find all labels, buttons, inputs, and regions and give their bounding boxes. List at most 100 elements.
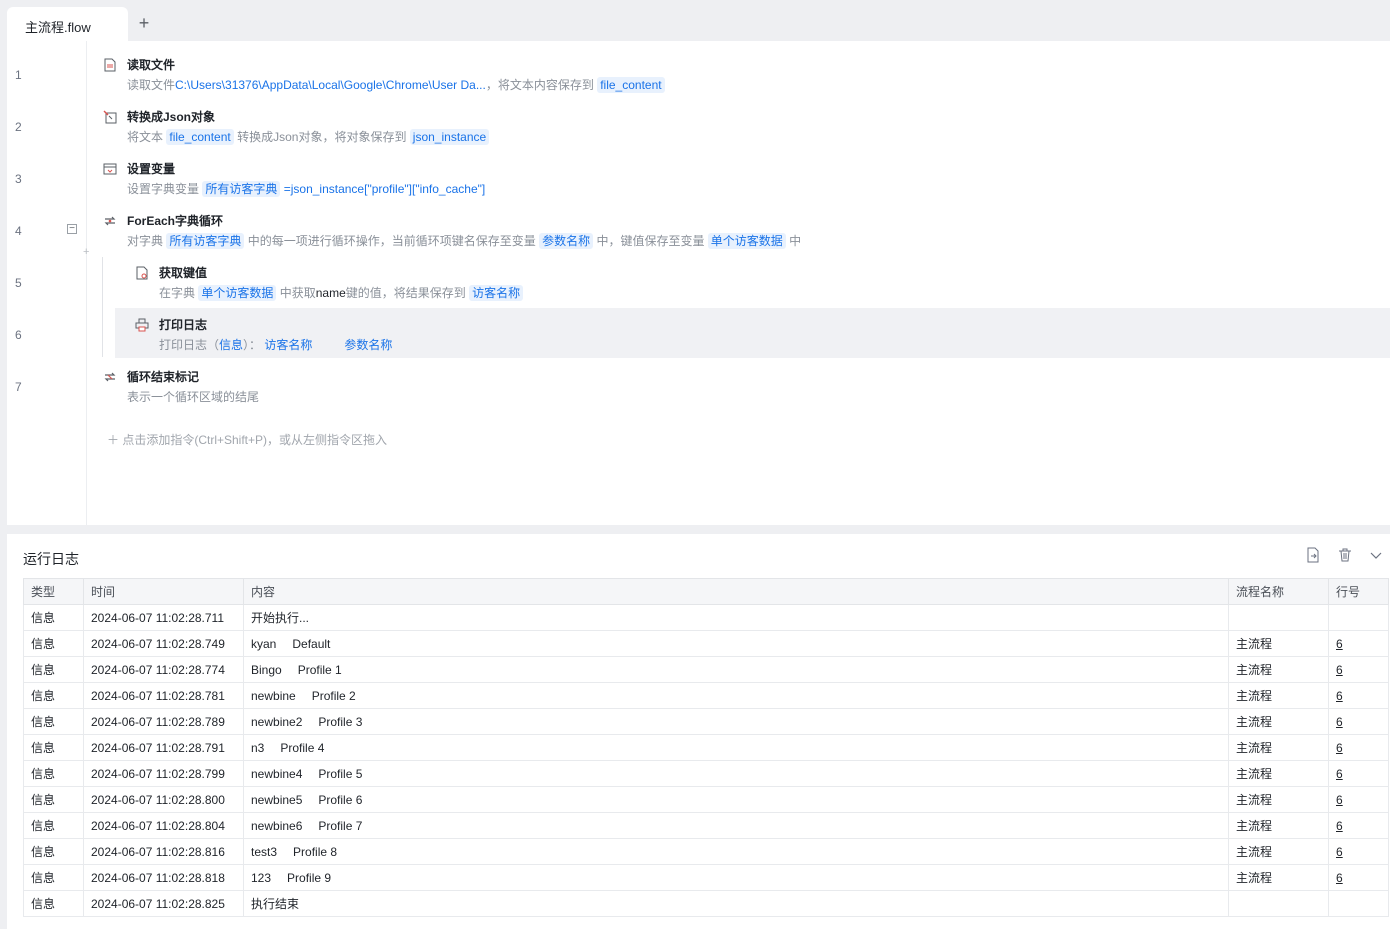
variable-chip: 单个访客数据 <box>198 285 277 301</box>
log-line-link[interactable]: 6 <box>1328 682 1389 709</box>
trash-icon[interactable] <box>1337 547 1353 563</box>
log-time: 2024-06-07 11:02:28.799 <box>83 760 244 787</box>
log-type: 信息 <box>23 630 84 657</box>
table-row: 信息 2024-06-07 11:02:28.818 123 Profile 9 主流程… <box>23 864 1389 891</box>
key-name: name <box>315 286 346 300</box>
log-flow-name <box>1228 890 1329 917</box>
log-line-link[interactable]: 6 <box>1328 812 1389 839</box>
log-time: 2024-06-07 11:02:28.816 <box>83 838 244 865</box>
line-number: 2 <box>15 120 22 134</box>
log-time: 2024-06-07 11:02:28.781 <box>83 682 244 709</box>
log-time: 2024-06-07 11:02:28.800 <box>83 786 244 813</box>
line-number: 6 <box>15 328 22 342</box>
log-flow-name: 主流程 <box>1228 708 1329 735</box>
table-row: 信息 2024-06-07 11:02:28.781 newbine Profile … <box>23 682 1389 709</box>
log-line-link[interactable]: 6 <box>1328 734 1389 761</box>
log-flow-name: 主流程 <box>1228 656 1329 683</box>
log-type: 信息 <box>23 838 84 865</box>
log-actions <box>1293 547 1384 563</box>
column-header-flow-name[interactable]: 流程名称 <box>1228 578 1329 605</box>
log-line-link[interactable]: 6 <box>1328 838 1389 865</box>
log-type: 信息 <box>23 734 84 761</box>
tab-bar: 主流程.flow + <box>0 0 1390 41</box>
column-header-line-number[interactable]: 行号 <box>1328 578 1389 605</box>
step-set-variable[interactable]: 设置变量 设置字典变量 所有访客字典 =json_instance["profi… <box>103 160 1383 200</box>
log-time: 2024-06-07 11:02:28.804 <box>83 812 244 839</box>
log-content: newbine5 Profile 6 <box>243 786 1229 813</box>
log-flow-name: 主流程 <box>1228 838 1329 865</box>
log-line-link[interactable]: 6 <box>1328 630 1389 657</box>
log-content: newbine4 Profile 5 <box>243 760 1229 787</box>
table-row: 信息 2024-06-07 11:02:28.749 kyan Default 主流程 6 <box>23 630 1389 657</box>
log-time: 2024-06-07 11:02:28.749 <box>83 630 244 657</box>
log-line-link[interactable] <box>1328 890 1389 917</box>
log-panel-title: 运行日志 <box>23 551 79 567</box>
chevron-down-icon[interactable] <box>1368 547 1384 563</box>
step-loop-end[interactable]: 循环结束标记 表示一个循环区域的结尾 <box>103 368 1383 408</box>
log-type: 信息 <box>23 708 84 735</box>
log-line-link[interactable]: 6 <box>1328 760 1389 787</box>
step-title: 读取文件 <box>127 58 176 72</box>
table-row: 信息 2024-06-07 11:02:28.799 newbine4 Profile… <box>23 760 1389 787</box>
step-description: 在字典 单个访客数据 中获取name键的值，将结果保存到 访客名称 <box>159 284 524 301</box>
log-content: newbine6 Profile 7 <box>243 812 1229 839</box>
collapse-loop-button[interactable]: − <box>67 224 77 234</box>
loop-indent-guide <box>102 257 103 357</box>
log-flow-name: 主流程 <box>1228 734 1329 761</box>
log-flow-name: 主流程 <box>1228 786 1329 813</box>
log-flow-name <box>1228 604 1329 631</box>
expression-value: =json_instance["profile"]["info_cache"] <box>283 182 486 196</box>
log-content: newbine Profile 2 <box>243 682 1229 709</box>
step-title: ForEach字典循环 <box>127 214 224 228</box>
step-foreach-loop[interactable]: ForEach字典循环 对字典 所有访客字典 中的每一项进行循环操作，当前循环项… <box>103 212 1383 252</box>
step-title: 设置变量 <box>127 162 176 176</box>
column-header-time[interactable]: 时间 <box>83 578 244 605</box>
tab-main-flow[interactable]: 主流程.flow <box>7 7 128 41</box>
log-flow-name: 主流程 <box>1228 682 1329 709</box>
read-file-icon <box>104 58 116 72</box>
table-row: 信息 2024-06-07 11:02:28.789 newbine2 Profile… <box>23 708 1389 735</box>
variable-value: 访客名称 <box>264 338 313 352</box>
log-line-link[interactable] <box>1328 604 1389 631</box>
log-type: 信息 <box>23 760 84 787</box>
line-number: 5 <box>15 276 22 290</box>
log-line-link[interactable]: 6 <box>1328 656 1389 683</box>
variable-chip: 所有访客字典 <box>166 233 245 249</box>
step-print-log[interactable]: 打印日志 打印日志（信息）： 访客名称 参数名称 <box>135 316 1383 356</box>
column-header-type[interactable]: 类型 <box>23 578 84 605</box>
log-content: n3 Profile 4 <box>243 734 1229 761</box>
log-content: test3 Profile 8 <box>243 838 1229 865</box>
add-tab-button[interactable]: + <box>135 14 153 32</box>
variable-value: 参数名称 <box>344 338 393 352</box>
step-json-convert[interactable]: 转换成Json对象 将文本 file_content 转换成Json对象，将对象… <box>103 108 1383 148</box>
log-type: 信息 <box>23 656 84 683</box>
log-type: 信息 <box>23 890 84 917</box>
print-icon <box>135 318 149 332</box>
log-line-link[interactable]: 6 <box>1328 708 1389 735</box>
step-description: 读取文件C:\Users\31376\AppData\Local\Google\… <box>127 76 665 93</box>
log-type: 信息 <box>23 682 84 709</box>
insert-step-icon[interactable]: + <box>83 246 89 258</box>
log-line-link[interactable]: 6 <box>1328 864 1389 891</box>
line-number: 7 <box>15 380 22 394</box>
step-get-key-value[interactable]: 获取键值 在字典 单个访客数据 中获取name键的值，将结果保存到 访客名称 <box>135 264 1383 304</box>
line-gutter: 1 2 3 4 5 6 7 − + <box>7 41 89 525</box>
set-variable-icon <box>103 163 117 175</box>
log-content: kyan Default <box>243 630 1229 657</box>
variable-chip: 访客名称 <box>469 285 524 301</box>
variable-chip: 参数名称 <box>539 233 594 249</box>
log-flow-name: 主流程 <box>1228 630 1329 657</box>
export-log-icon[interactable] <box>1305 547 1321 563</box>
log-content: 123 Profile 9 <box>243 864 1229 891</box>
column-header-content[interactable]: 内容 <box>243 578 1229 605</box>
log-flow-name: 主流程 <box>1228 760 1329 787</box>
log-content: Bingo Profile 1 <box>243 656 1229 683</box>
step-read-file[interactable]: 读取文件 读取文件C:\Users\31376\AppData\Local\Go… <box>103 56 1383 96</box>
log-time: 2024-06-07 11:02:28.818 <box>83 864 244 891</box>
step-description: 设置字典变量 所有访客字典 =json_instance["profile"][… <box>127 181 486 197</box>
log-type: 信息 <box>23 786 84 813</box>
log-line-link[interactable]: 6 <box>1328 786 1389 813</box>
add-instruction-hint[interactable]: ＋ 点击添加指令(Ctrl+Shift+P)，或从左侧指令区拖入 <box>107 431 387 448</box>
variable-chip: 所有访客字典 <box>202 181 281 197</box>
log-table: 类型 时间 内容 流程名称 行号 信息 2024-06-07 11:02:28.7… <box>23 578 1389 917</box>
